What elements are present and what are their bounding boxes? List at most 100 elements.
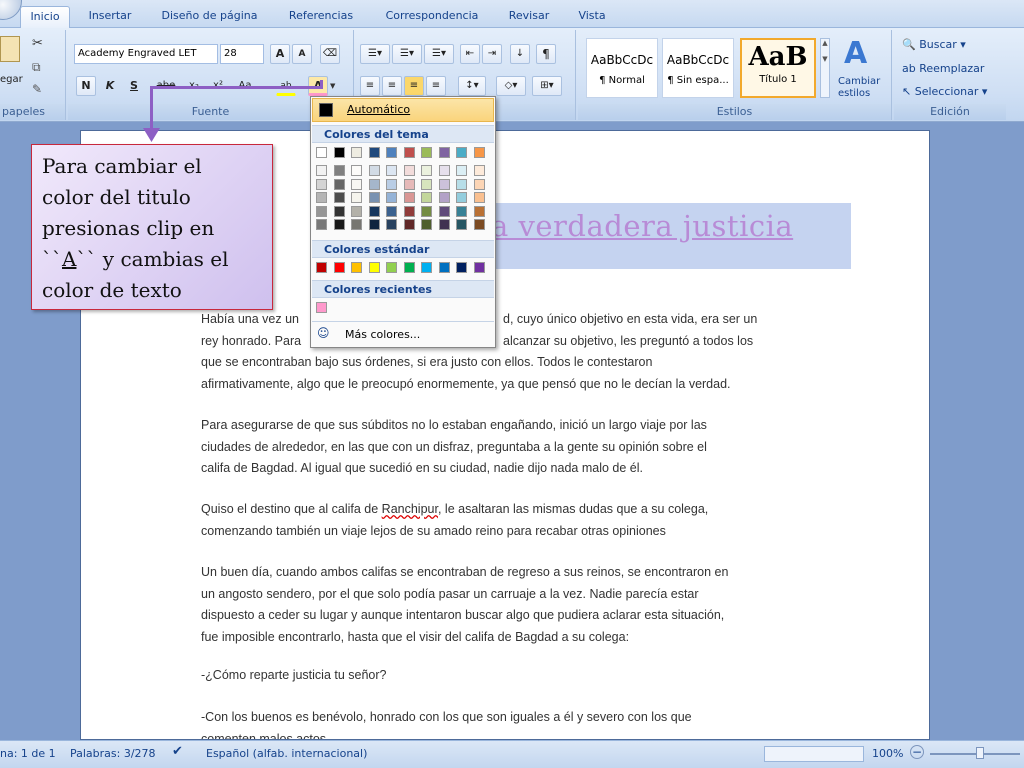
theme-color-shade-swatch[interactable] xyxy=(386,165,397,176)
paragraph-2[interactable]: Para asegurarse de que sus súbditos no l… xyxy=(201,415,821,480)
theme-color-swatch[interactable] xyxy=(456,147,467,158)
standard-color-swatch[interactable] xyxy=(386,262,397,273)
theme-color-swatch[interactable] xyxy=(421,147,432,158)
theme-color-shade-swatch[interactable] xyxy=(368,165,380,176)
change-styles-icon[interactable]: A xyxy=(844,36,867,71)
change-styles-button[interactable]: Cambiar estilos xyxy=(838,76,880,100)
automatic-color-option[interactable]: Automático xyxy=(312,98,494,122)
theme-color-shade-swatch[interactable] xyxy=(351,205,362,217)
theme-color-shade-swatch[interactable] xyxy=(333,219,345,230)
theme-color-shade-swatch[interactable] xyxy=(421,178,432,190)
theme-color-shade-swatch[interactable] xyxy=(473,205,485,217)
style-no-spacing[interactable]: AaBbCcDc ¶ Sin espa... xyxy=(662,38,734,98)
style-normal[interactable]: AaBbCcDc ¶ Normal xyxy=(586,38,658,98)
bullets-button[interactable]: ☰▾ xyxy=(360,44,390,64)
cut-icon[interactable]: ✂ xyxy=(32,36,43,51)
proofing-icon[interactable]: ✔ xyxy=(172,744,183,759)
theme-color-shade-swatch[interactable] xyxy=(403,178,415,190)
font-color-dropdown-icon[interactable]: ▼ xyxy=(330,82,335,90)
theme-color-shade-swatch[interactable] xyxy=(368,205,380,217)
paragraph-3[interactable]: Quiso el destino que al califa de Ranchi… xyxy=(201,499,821,542)
decrease-indent-button[interactable]: ⇤ xyxy=(460,44,480,64)
font-name-box[interactable]: Academy Engraved LET xyxy=(74,44,218,64)
theme-color-shade-swatch[interactable] xyxy=(473,219,485,230)
theme-color-swatch[interactable] xyxy=(403,147,415,158)
tab-inicio[interactable]: Inicio xyxy=(20,6,70,28)
paragraph-1[interactable]: Había una vez un d, cuyo único objetivo e… xyxy=(201,309,821,395)
standard-color-swatch[interactable] xyxy=(456,262,467,273)
theme-color-shade-swatch[interactable] xyxy=(473,178,485,190)
status-words[interactable]: Palabras: 3/278 xyxy=(70,747,156,760)
status-language[interactable]: Español (alfab. internacional) xyxy=(206,747,367,760)
align-center-button[interactable]: ≡ xyxy=(382,76,402,96)
tab-correspondencia[interactable]: Correspondencia xyxy=(376,6,488,28)
theme-color-swatch[interactable] xyxy=(351,147,362,158)
line-spacing-button[interactable]: ↕▾ xyxy=(458,76,486,96)
theme-color-shade-swatch[interactable] xyxy=(316,192,327,203)
style-titulo-1[interactable]: AaB Título 1 xyxy=(740,38,816,98)
theme-color-shade-swatch[interactable] xyxy=(333,192,345,203)
document-title[interactable]: a verdadera justicia xyxy=(491,209,793,243)
theme-color-shade-swatch[interactable] xyxy=(473,165,485,176)
theme-color-shade-swatch[interactable] xyxy=(403,192,415,203)
theme-color-shade-swatch[interactable] xyxy=(456,192,467,203)
theme-color-shade-swatch[interactable] xyxy=(456,165,467,176)
theme-color-swatch[interactable] xyxy=(438,147,450,158)
standard-color-swatch[interactable] xyxy=(473,262,485,273)
theme-color-swatch[interactable] xyxy=(473,147,485,158)
theme-color-shade-swatch[interactable] xyxy=(351,165,362,176)
standard-color-swatch[interactable] xyxy=(351,262,362,273)
select-button[interactable]: ↖ Seleccionar ▾ xyxy=(902,85,987,98)
theme-color-shade-swatch[interactable] xyxy=(333,205,345,217)
theme-color-shade-swatch[interactable] xyxy=(351,178,362,190)
theme-color-shade-swatch[interactable] xyxy=(438,192,450,203)
p3-misspelled-word[interactable]: Ranchipur xyxy=(382,502,438,516)
theme-color-shade-swatch[interactable] xyxy=(386,178,397,190)
sort-button[interactable]: ↓ xyxy=(510,44,530,64)
standard-color-swatch[interactable] xyxy=(438,262,450,273)
theme-color-shade-swatch[interactable] xyxy=(316,205,327,217)
theme-color-shade-swatch[interactable] xyxy=(421,165,432,176)
show-marks-button[interactable]: ¶ xyxy=(536,44,556,64)
numbering-button[interactable]: ☰▾ xyxy=(392,44,422,64)
theme-color-shade-swatch[interactable] xyxy=(316,219,327,230)
theme-color-shade-swatch[interactable] xyxy=(403,219,415,230)
tab-diseno-pagina[interactable]: Diseño de página xyxy=(152,6,267,28)
theme-color-swatch[interactable] xyxy=(316,147,327,158)
grow-font-button[interactable]: A xyxy=(270,44,290,64)
theme-color-shade-swatch[interactable] xyxy=(456,178,467,190)
theme-color-shade-swatch[interactable] xyxy=(421,219,432,230)
justify-button[interactable]: ≡ xyxy=(426,76,446,96)
theme-color-shade-swatch[interactable] xyxy=(438,178,450,190)
theme-color-shade-swatch[interactable] xyxy=(421,205,432,217)
theme-color-shade-swatch[interactable] xyxy=(456,205,467,217)
view-buttons[interactable] xyxy=(764,746,864,762)
zoom-slider-thumb[interactable] xyxy=(976,747,984,759)
theme-color-shade-swatch[interactable] xyxy=(351,192,362,203)
paragraph-6[interactable]: -Con los buenos es benévolo, honrado con… xyxy=(201,707,821,739)
align-right-button[interactable]: ≡ xyxy=(404,76,424,96)
format-painter-icon[interactable]: ✎ xyxy=(32,82,42,96)
increase-indent-button[interactable]: ⇥ xyxy=(482,44,502,64)
theme-color-shade-swatch[interactable] xyxy=(368,178,380,190)
theme-color-shade-swatch[interactable] xyxy=(316,165,327,176)
italic-button[interactable]: K xyxy=(100,76,120,96)
theme-color-shade-swatch[interactable] xyxy=(368,192,380,203)
zoom-slider[interactable] xyxy=(930,753,1020,755)
standard-color-swatch[interactable] xyxy=(403,262,415,273)
theme-color-shade-swatch[interactable] xyxy=(333,165,345,176)
theme-color-shade-swatch[interactable] xyxy=(316,178,327,190)
standard-color-swatch[interactable] xyxy=(333,262,345,273)
standard-color-swatch[interactable] xyxy=(368,262,380,273)
theme-color-shade-swatch[interactable] xyxy=(403,205,415,217)
clear-format-button[interactable]: ⌫ xyxy=(320,44,340,64)
zoom-level[interactable]: 100% xyxy=(872,747,903,760)
tab-insertar[interactable]: Insertar xyxy=(80,6,140,28)
status-page[interactable]: na: 1 de 1 xyxy=(0,747,56,760)
tab-referencias[interactable]: Referencias xyxy=(280,6,362,28)
theme-color-shade-swatch[interactable] xyxy=(473,192,485,203)
bold-button[interactable]: N xyxy=(76,76,96,96)
theme-color-shade-swatch[interactable] xyxy=(403,165,415,176)
standard-color-swatch[interactable] xyxy=(421,262,432,273)
theme-color-shade-swatch[interactable] xyxy=(456,219,467,230)
